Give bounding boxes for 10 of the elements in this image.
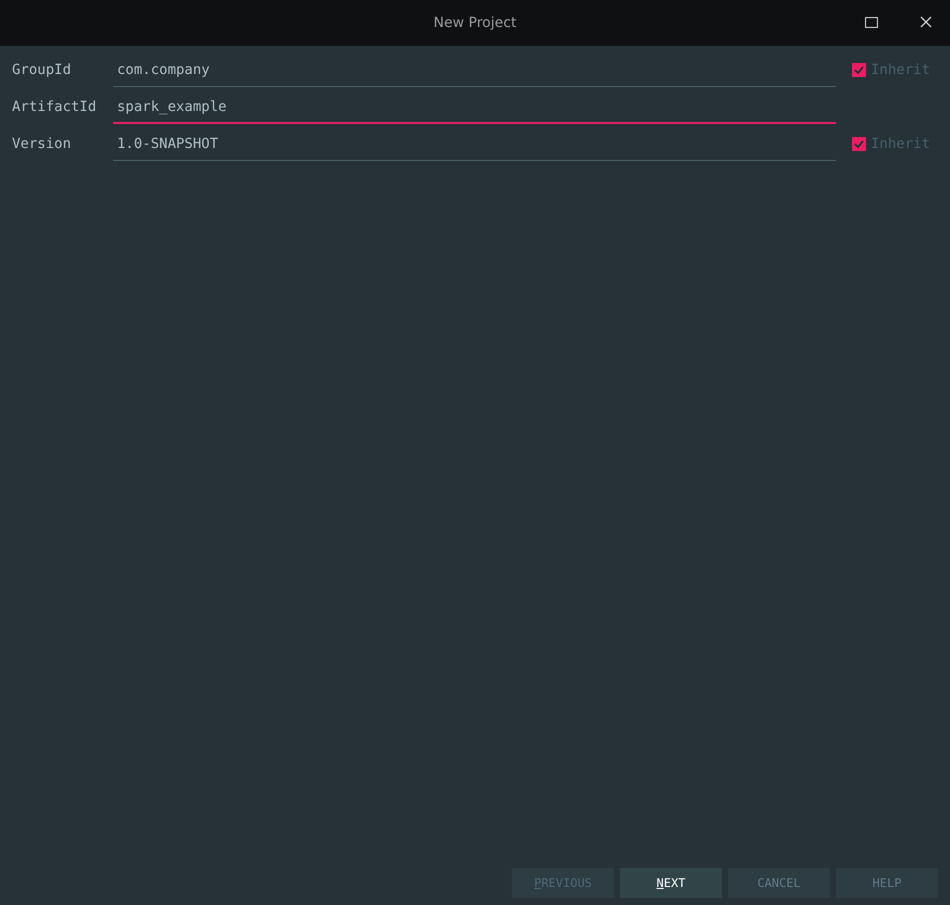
text-field[interactable]: 1.0-SNAPSHOT bbox=[113, 128, 836, 160]
maximize-icon[interactable] bbox=[865, 16, 878, 28]
field-label: Version bbox=[11, 136, 72, 152]
window-title: New Project bbox=[434, 15, 516, 31]
close-icon[interactable] bbox=[920, 16, 932, 28]
text-field[interactable]: spark_example bbox=[113, 92, 836, 124]
dialog-button[interactable]: NEXT bbox=[620, 868, 722, 898]
field-label: GroupId bbox=[11, 62, 72, 78]
field-label: ArtifactId bbox=[11, 98, 98, 114]
text-field[interactable]: com.company bbox=[113, 54, 836, 86]
